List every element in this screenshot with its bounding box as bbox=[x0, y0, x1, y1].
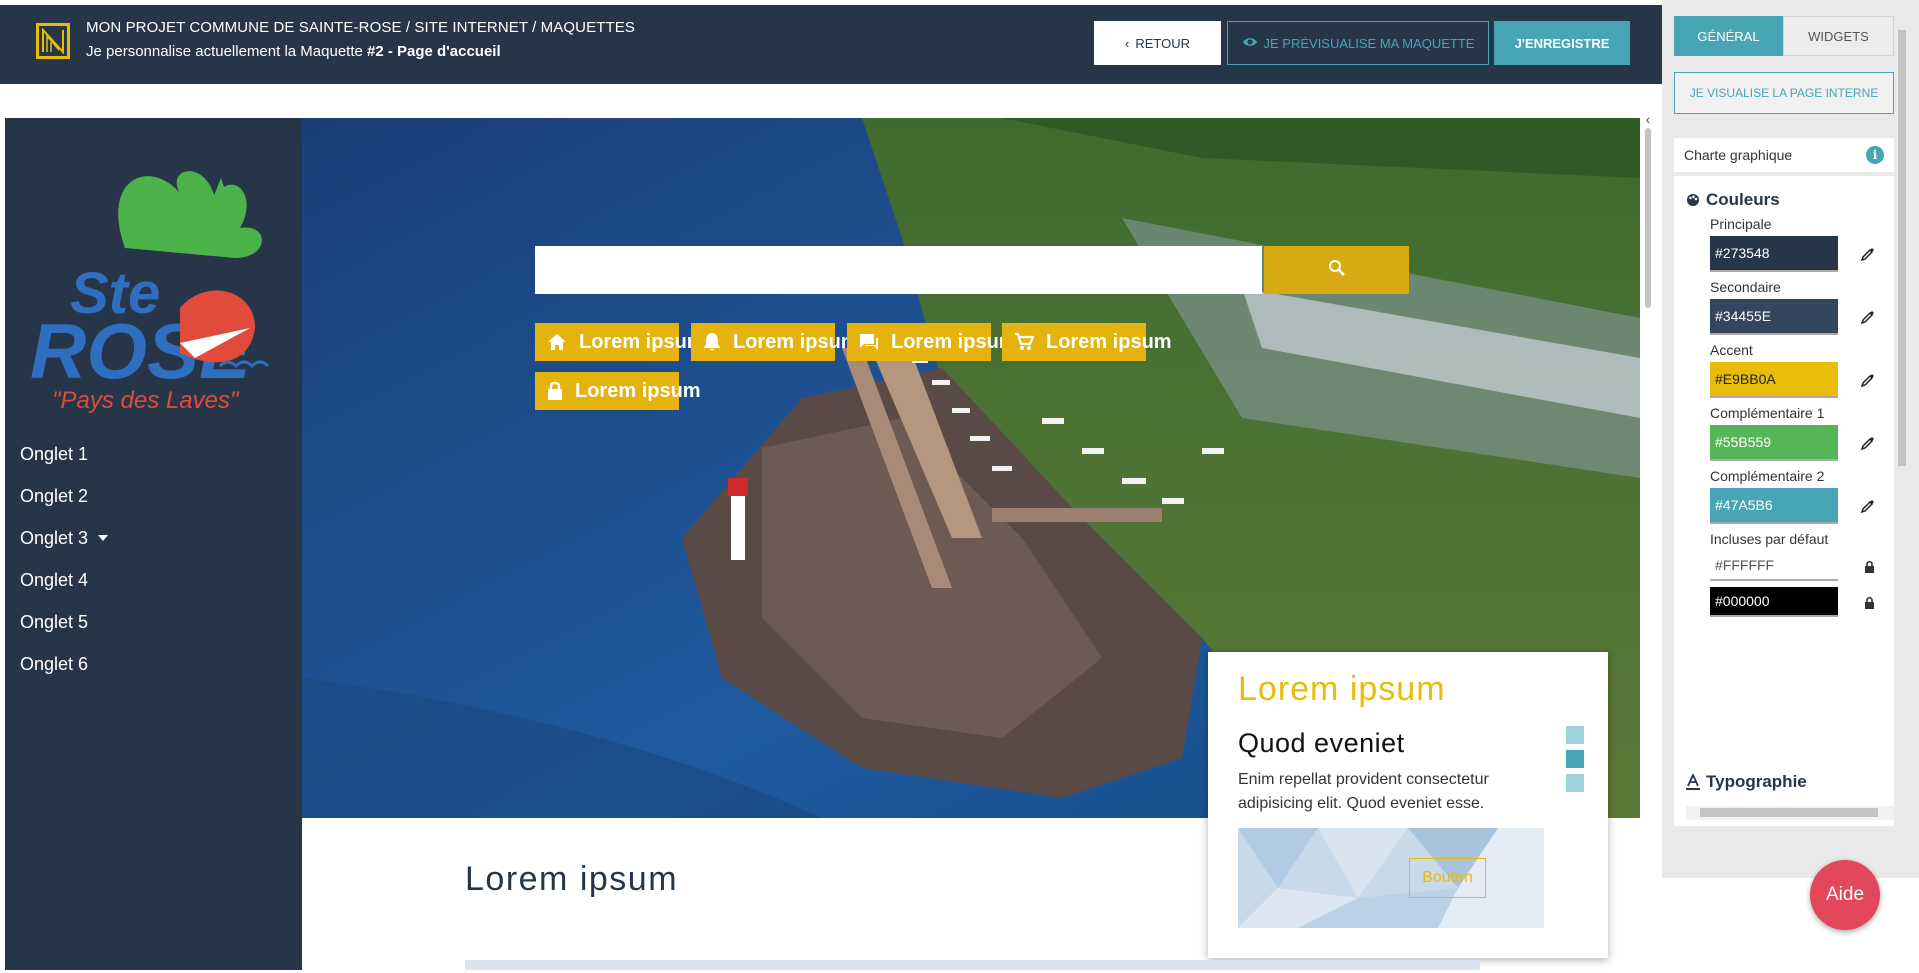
bell-icon bbox=[703, 332, 721, 352]
carousel-dot-active[interactable] bbox=[1566, 750, 1584, 768]
quick-link-chat[interactable]: Lorem ipsum bbox=[847, 323, 1017, 361]
view-internal-page-button[interactable]: JE VISUALISE LA PAGE INTERNE bbox=[1674, 72, 1894, 114]
news-card[interactable]: Lorem ipsum Quod eveniet Enim repellat p… bbox=[1208, 652, 1608, 958]
panel-scrollbar[interactable] bbox=[1896, 30, 1908, 810]
color-input[interactable]: #47A5B6 bbox=[1710, 488, 1838, 524]
scrollbar-thumb[interactable] bbox=[1898, 30, 1906, 466]
help-button[interactable]: Aide bbox=[1810, 860, 1880, 930]
card-subtitle: Quod eveniet bbox=[1238, 728, 1405, 758]
cart-icon bbox=[1014, 333, 1034, 351]
nav-item-onglet-5[interactable]: Onglet 5 bbox=[20, 611, 108, 653]
search-icon bbox=[1328, 259, 1346, 282]
charte-graphique-row[interactable]: Charte graphique i bbox=[1674, 138, 1894, 172]
preview-mockup-button[interactable]: JE PRÉVISUALISE MA MAQUETTE bbox=[1227, 21, 1489, 65]
default-color-swatch: #000000 bbox=[1710, 587, 1838, 617]
color-input[interactable]: #34455E bbox=[1710, 299, 1838, 335]
default-colors-label: Incluses par défaut bbox=[1710, 531, 1829, 547]
section-title: Lorem ipsum bbox=[465, 860, 679, 898]
site-sidebar: Ste ROSE "Pays des Laves" Onglet 1 Onglet… bbox=[5, 118, 302, 970]
eyedropper-icon[interactable] bbox=[1858, 496, 1878, 516]
nav-item-onglet-4[interactable]: Onglet 4 bbox=[20, 569, 108, 611]
colors-heading: Couleurs bbox=[1686, 190, 1780, 210]
tab-general[interactable]: GÉNÉRAL bbox=[1674, 16, 1783, 56]
color-label: Complémentaire 2 bbox=[1710, 468, 1825, 484]
search-button[interactable] bbox=[1264, 246, 1409, 294]
nav-item-onglet-6[interactable]: Onglet 6 bbox=[20, 653, 108, 695]
palette-icon bbox=[1686, 193, 1700, 207]
chat-icon bbox=[859, 333, 879, 351]
search-input[interactable] bbox=[535, 246, 1262, 294]
card-title: Lorem ipsum bbox=[1238, 670, 1446, 708]
scrollbar-thumb[interactable] bbox=[1700, 808, 1878, 817]
default-color-swatch: #FFFFFF bbox=[1710, 551, 1838, 581]
nav-item-onglet-2[interactable]: Onglet 2 bbox=[20, 485, 108, 527]
eyedropper-icon[interactable] bbox=[1858, 370, 1878, 390]
card-image bbox=[1238, 828, 1544, 928]
back-button[interactable]: ‹ RETOUR bbox=[1094, 21, 1221, 65]
breadcrumb: MON PROJET COMMUNE DE SAINTE-ROSE / SITE… bbox=[86, 19, 635, 36]
eyedropper-icon[interactable] bbox=[1858, 433, 1878, 453]
site-logo: Ste ROSE "Pays des Laves" bbox=[30, 138, 285, 418]
section-image-strip bbox=[465, 960, 1480, 970]
nav-item-onglet-1[interactable]: Onglet 1 bbox=[20, 443, 108, 485]
eyedropper-icon[interactable] bbox=[1858, 244, 1878, 264]
lock-icon bbox=[1862, 559, 1876, 573]
caret-down-icon bbox=[98, 535, 109, 541]
color-input[interactable]: #E9BB0A bbox=[1710, 362, 1838, 398]
color-label: Principale bbox=[1710, 216, 1772, 232]
nav-item-label: Onglet 4 bbox=[20, 570, 89, 590]
quick-link-cart[interactable]: Lorem ipsum bbox=[1002, 323, 1172, 361]
app-logo bbox=[36, 23, 70, 59]
lock-icon bbox=[1862, 595, 1876, 609]
nav-item-label: Onglet 5 bbox=[20, 612, 89, 632]
top-bar: MON PROJET COMMUNE DE SAINTE-ROSE / SITE… bbox=[0, 5, 1662, 84]
lock-icon bbox=[547, 381, 563, 401]
nav-item-label: Onglet 3 bbox=[20, 528, 89, 548]
svg-text:"Pays des Laves": "Pays des Laves" bbox=[52, 387, 240, 414]
chevron-left-icon: ‹ bbox=[1645, 111, 1651, 127]
eye-icon bbox=[1242, 36, 1258, 51]
preview-scrollbar[interactable] bbox=[1643, 128, 1653, 968]
carousel-dot[interactable] bbox=[1566, 774, 1584, 792]
typography-heading: Typographie bbox=[1686, 772, 1807, 792]
carousel-dot[interactable] bbox=[1566, 726, 1584, 744]
site-nav: Onglet 1 Onglet 2 Onglet 3 Onglet 4 Onglet 5… bbox=[20, 443, 109, 695]
nav-item-label: Onglet 1 bbox=[20, 444, 89, 464]
settings-content: Couleurs Principale #273548 Secondaire #344… bbox=[1674, 176, 1894, 826]
quick-link-home[interactable]: Lorem ipsum bbox=[535, 323, 705, 361]
chevron-left-icon: ‹ bbox=[1125, 35, 1130, 51]
page-subtitle: Je personnalise actuellement la Maquette… bbox=[86, 43, 501, 60]
quick-link-lock[interactable]: Lorem ipsum bbox=[535, 372, 701, 410]
section-button[interactable]: Bouton bbox=[1409, 858, 1486, 898]
quick-link-bell[interactable]: Lorem ipsum bbox=[691, 323, 859, 361]
nav-item-label: Onglet 6 bbox=[20, 654, 89, 674]
eyedropper-icon[interactable] bbox=[1858, 307, 1878, 327]
save-button[interactable]: J'ENREGISTRE bbox=[1494, 21, 1630, 65]
nav-item-onglet-3[interactable]: Onglet 3 bbox=[20, 527, 109, 569]
color-label: Complémentaire 1 bbox=[1710, 405, 1825, 421]
color-label: Accent bbox=[1710, 342, 1753, 358]
nav-item-label: Onglet 2 bbox=[20, 486, 89, 506]
tab-widgets[interactable]: WIDGETS bbox=[1783, 16, 1894, 56]
settings-panel: GÉNÉRAL WIDGETS JE VISUALISE LA PAGE INT… bbox=[1662, 0, 1919, 878]
color-label: Secondaire bbox=[1710, 279, 1781, 295]
home-icon bbox=[547, 333, 567, 351]
card-text: Enim repellat provident consectetur adip… bbox=[1238, 771, 1489, 812]
color-input[interactable]: #55B559 bbox=[1710, 425, 1838, 461]
scrollbar-thumb[interactable] bbox=[1645, 128, 1651, 308]
info-icon[interactable]: i bbox=[1866, 146, 1884, 164]
panel-tabs: GÉNÉRAL WIDGETS bbox=[1674, 16, 1894, 56]
site-preview: Ste ROSE "Pays des Laves" Onglet 1 Onglet… bbox=[5, 118, 1640, 970]
text-format-icon bbox=[1686, 774, 1700, 790]
color-input[interactable]: #273548 bbox=[1710, 236, 1838, 272]
horizontal-scrollbar[interactable] bbox=[1686, 806, 1894, 820]
